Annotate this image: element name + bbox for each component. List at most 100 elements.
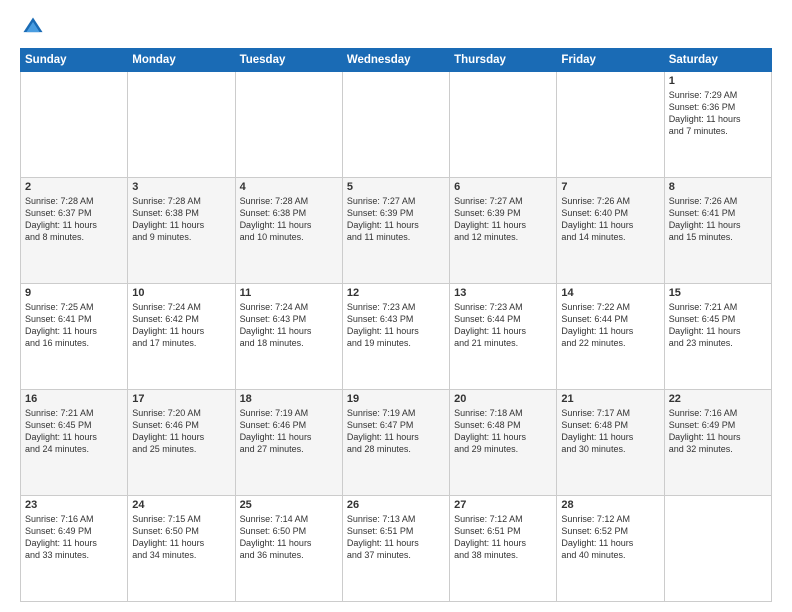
day-cell — [128, 72, 235, 178]
day-cell: 15 Sunrise: 7:21 AM Sunset: 6:45 PM Dayli… — [664, 284, 771, 390]
day-info: Sunrise: 7:26 AM Sunset: 6:40 PM Dayligh… — [561, 196, 633, 242]
day-number: 18 — [240, 393, 338, 405]
day-number: 20 — [454, 393, 552, 405]
day-cell: 4 Sunrise: 7:28 AM Sunset: 6:38 PM Daylig… — [235, 178, 342, 284]
col-header-tuesday: Tuesday — [235, 49, 342, 72]
day-info: Sunrise: 7:26 AM Sunset: 6:41 PM Dayligh… — [669, 196, 741, 242]
day-cell: 5Sunrise: 7:27 AM Sunset: 6:39 PM Daylig… — [342, 178, 449, 284]
day-info: Sunrise: 7:13 AM Sunset: 6:51 PM Dayligh… — [347, 514, 419, 560]
day-number: 8 — [669, 181, 767, 193]
day-info: Sunrise: 7:27 AM Sunset: 6:39 PM Dayligh… — [347, 196, 419, 242]
day-number: 7 — [561, 181, 659, 193]
header — [20, 16, 772, 38]
day-cell: 25 Sunrise: 7:14 AM Sunset: 6:50 PM Dayli… — [235, 496, 342, 602]
day-cell: 18 Sunrise: 7:19 AM Sunset: 6:46 PM Dayli… — [235, 390, 342, 496]
day-number: 4 — [240, 181, 338, 193]
day-number: 17 — [132, 393, 230, 405]
week-row-3: 9Sunrise: 7:25 AM Sunset: 6:41 PM Daylig… — [21, 284, 772, 390]
day-number: 15 — [669, 287, 767, 299]
day-cell: 16 Sunrise: 7:21 AM Sunset: 6:45 PM Dayli… — [21, 390, 128, 496]
day-info: Sunrise: 7:23 AM Sunset: 6:44 PM Dayligh… — [454, 302, 526, 348]
day-number: 1 — [669, 75, 767, 87]
day-number: 28 — [561, 499, 659, 511]
col-header-thursday: Thursday — [450, 49, 557, 72]
day-cell: 1 Sunrise: 7:29 AM Sunset: 6:36 PM Daylig… — [664, 72, 771, 178]
day-cell: 11Sunrise: 7:24 AM Sunset: 6:43 PM Dayli… — [235, 284, 342, 390]
day-number: 21 — [561, 393, 659, 405]
day-cell — [342, 72, 449, 178]
week-row-1: 1 Sunrise: 7:29 AM Sunset: 6:36 PM Daylig… — [21, 72, 772, 178]
day-info: Sunrise: 7:17 AM Sunset: 6:48 PM Dayligh… — [561, 408, 633, 454]
day-number: 19 — [347, 393, 445, 405]
day-info: Sunrise: 7:14 AM Sunset: 6:50 PM Dayligh… — [240, 514, 312, 560]
day-cell — [21, 72, 128, 178]
day-cell: 3Sunrise: 7:28 AM Sunset: 6:38 PM Daylig… — [128, 178, 235, 284]
day-number: 27 — [454, 499, 552, 511]
week-row-2: 2 Sunrise: 7:28 AM Sunset: 6:37 PM Daylig… — [21, 178, 772, 284]
day-cell: 7 Sunrise: 7:26 AM Sunset: 6:40 PM Daylig… — [557, 178, 664, 284]
day-cell — [557, 72, 664, 178]
day-cell: 8 Sunrise: 7:26 AM Sunset: 6:41 PM Daylig… — [664, 178, 771, 284]
day-number: 13 — [454, 287, 552, 299]
col-header-sunday: Sunday — [21, 49, 128, 72]
day-cell: 28 Sunrise: 7:12 AM Sunset: 6:52 PM Dayli… — [557, 496, 664, 602]
page: SundayMondayTuesdayWednesdayThursdayFrid… — [0, 0, 792, 612]
day-cell: 27 Sunrise: 7:12 AM Sunset: 6:51 PM Dayli… — [450, 496, 557, 602]
day-cell: 19 Sunrise: 7:19 AM Sunset: 6:47 PM Dayli… — [342, 390, 449, 496]
col-header-monday: Monday — [128, 49, 235, 72]
day-number: 6 — [454, 181, 552, 193]
day-info: Sunrise: 7:18 AM Sunset: 6:48 PM Dayligh… — [454, 408, 526, 454]
day-number: 22 — [669, 393, 767, 405]
day-info: Sunrise: 7:27 AM Sunset: 6:39 PM Dayligh… — [454, 196, 526, 242]
day-info: Sunrise: 7:28 AM Sunset: 6:38 PM Dayligh… — [240, 196, 312, 242]
day-info: Sunrise: 7:20 AM Sunset: 6:46 PM Dayligh… — [132, 408, 204, 454]
day-cell: 21 Sunrise: 7:17 AM Sunset: 6:48 PM Dayli… — [557, 390, 664, 496]
header-row: SundayMondayTuesdayWednesdayThursdayFrid… — [21, 49, 772, 72]
day-cell: 24 Sunrise: 7:15 AM Sunset: 6:50 PM Dayli… — [128, 496, 235, 602]
col-header-friday: Friday — [557, 49, 664, 72]
day-cell: 14 Sunrise: 7:22 AM Sunset: 6:44 PM Dayli… — [557, 284, 664, 390]
day-info: Sunrise: 7:19 AM Sunset: 6:46 PM Dayligh… — [240, 408, 312, 454]
col-header-wednesday: Wednesday — [342, 49, 449, 72]
day-info: Sunrise: 7:28 AM Sunset: 6:38 PM Dayligh… — [132, 196, 204, 242]
day-cell: 9Sunrise: 7:25 AM Sunset: 6:41 PM Daylig… — [21, 284, 128, 390]
day-cell: 22 Sunrise: 7:16 AM Sunset: 6:49 PM Dayli… — [664, 390, 771, 496]
day-cell: 26 Sunrise: 7:13 AM Sunset: 6:51 PM Dayli… — [342, 496, 449, 602]
logo-icon — [22, 16, 44, 38]
day-cell — [235, 72, 342, 178]
day-number: 26 — [347, 499, 445, 511]
calendar-table: SundayMondayTuesdayWednesdayThursdayFrid… — [20, 48, 772, 602]
day-info: Sunrise: 7:15 AM Sunset: 6:50 PM Dayligh… — [132, 514, 204, 560]
day-info: Sunrise: 7:12 AM Sunset: 6:52 PM Dayligh… — [561, 514, 633, 560]
day-cell: 17 Sunrise: 7:20 AM Sunset: 6:46 PM Dayli… — [128, 390, 235, 496]
day-info: Sunrise: 7:28 AM Sunset: 6:37 PM Dayligh… — [25, 196, 97, 242]
day-cell: 20 Sunrise: 7:18 AM Sunset: 6:48 PM Dayli… — [450, 390, 557, 496]
day-number: 14 — [561, 287, 659, 299]
day-number: 16 — [25, 393, 123, 405]
day-cell: 2 Sunrise: 7:28 AM Sunset: 6:37 PM Daylig… — [21, 178, 128, 284]
day-info: Sunrise: 7:29 AM Sunset: 6:36 PM Dayligh… — [669, 90, 741, 136]
day-number: 24 — [132, 499, 230, 511]
day-info: Sunrise: 7:16 AM Sunset: 6:49 PM Dayligh… — [25, 514, 97, 560]
day-info: Sunrise: 7:16 AM Sunset: 6:49 PM Dayligh… — [669, 408, 741, 454]
day-number: 10 — [132, 287, 230, 299]
logo — [20, 16, 46, 38]
day-info: Sunrise: 7:12 AM Sunset: 6:51 PM Dayligh… — [454, 514, 526, 560]
week-row-5: 23Sunrise: 7:16 AM Sunset: 6:49 PM Dayli… — [21, 496, 772, 602]
day-cell: 13 Sunrise: 7:23 AM Sunset: 6:44 PM Dayli… — [450, 284, 557, 390]
day-cell — [664, 496, 771, 602]
day-number: 12 — [347, 287, 445, 299]
day-cell: 6 Sunrise: 7:27 AM Sunset: 6:39 PM Daylig… — [450, 178, 557, 284]
day-cell — [450, 72, 557, 178]
day-info: Sunrise: 7:21 AM Sunset: 6:45 PM Dayligh… — [25, 408, 97, 454]
day-info: Sunrise: 7:24 AM Sunset: 6:43 PM Dayligh… — [240, 302, 312, 348]
day-cell: 12 Sunrise: 7:23 AM Sunset: 6:43 PM Dayli… — [342, 284, 449, 390]
day-info: Sunrise: 7:19 AM Sunset: 6:47 PM Dayligh… — [347, 408, 419, 454]
day-info: Sunrise: 7:21 AM Sunset: 6:45 PM Dayligh… — [669, 302, 741, 348]
day-number: 2 — [25, 181, 123, 193]
day-cell: 23Sunrise: 7:16 AM Sunset: 6:49 PM Dayli… — [21, 496, 128, 602]
day-info: Sunrise: 7:22 AM Sunset: 6:44 PM Dayligh… — [561, 302, 633, 348]
day-number: 25 — [240, 499, 338, 511]
day-number: 9 — [25, 287, 123, 299]
day-info: Sunrise: 7:23 AM Sunset: 6:43 PM Dayligh… — [347, 302, 419, 348]
